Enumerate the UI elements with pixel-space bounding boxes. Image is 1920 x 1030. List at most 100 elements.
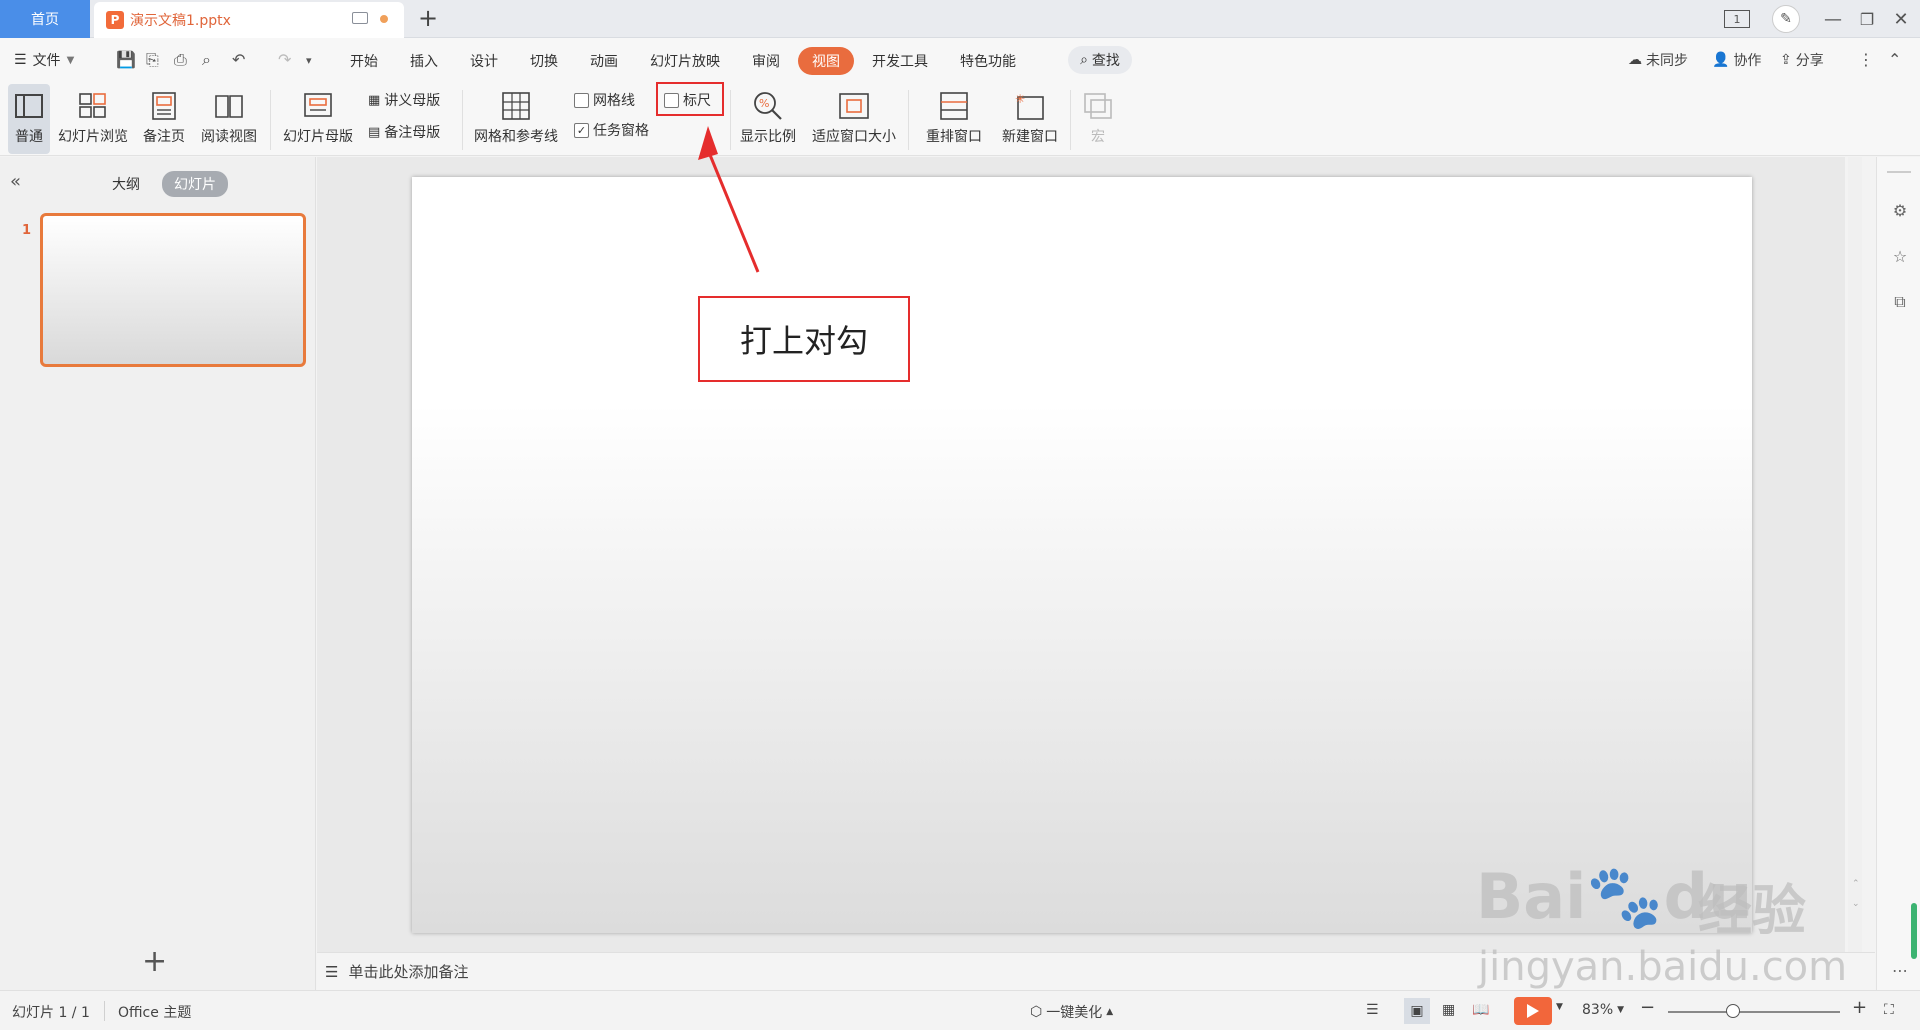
scroll-down-icon[interactable]: ⌄ bbox=[1852, 899, 1860, 909]
notes-master-button[interactable]: ▤ 备注母版 bbox=[368, 122, 440, 142]
play-slideshow-button[interactable] bbox=[1514, 997, 1552, 1025]
more-icon[interactable]: ⋯ bbox=[1889, 959, 1911, 981]
reading-view-label: 阅读视图 bbox=[201, 129, 257, 145]
print-icon[interactable]: ⎙ bbox=[174, 50, 187, 70]
properties-icon[interactable]: ⚙ bbox=[1889, 199, 1911, 221]
close-icon[interactable]: ✕ bbox=[1886, 6, 1916, 32]
zoom-slider-track[interactable] bbox=[1668, 1011, 1840, 1013]
file-menu-button[interactable]: ☰ 文件 ▼ bbox=[14, 50, 74, 70]
normal-view-status-icon[interactable]: ▣ bbox=[1404, 998, 1430, 1024]
sync-label: 未同步 bbox=[1646, 53, 1688, 69]
collaborate-label: 协作 bbox=[1733, 53, 1762, 69]
restore-icon[interactable]: ❐ bbox=[1852, 6, 1882, 32]
zoom-out-button[interactable]: − bbox=[1640, 997, 1655, 1018]
reading-view-button[interactable]: 阅读视图 bbox=[196, 84, 262, 154]
share-button[interactable]: ⇪ 分享 bbox=[1780, 50, 1824, 70]
sync-button[interactable]: ☁ 未同步 bbox=[1628, 50, 1688, 70]
add-slide-button[interactable]: + bbox=[142, 947, 167, 977]
macro-label: 宏 bbox=[1091, 129, 1105, 145]
right-sidebar: ⚙ ☆ ⧉ ⋯ bbox=[1876, 157, 1920, 990]
paw-icon: 🐾 bbox=[1586, 860, 1664, 933]
beautify-button[interactable]: ⬡ 一键美化 ▲ bbox=[1030, 1002, 1113, 1022]
zoom-value: 83% bbox=[1582, 1002, 1614, 1018]
watermark-bai: Bai bbox=[1476, 860, 1587, 933]
customize-toolbar-icon[interactable]: ▾ bbox=[306, 54, 312, 67]
minimize-icon[interactable]: — bbox=[1818, 6, 1848, 32]
fit-window-label: 适应窗口大小 bbox=[812, 129, 896, 145]
notes-placeholder: 单击此处添加备注 bbox=[348, 963, 469, 981]
tab-review[interactable]: 审阅 bbox=[738, 47, 794, 75]
ribbon-divider bbox=[908, 90, 909, 150]
handout-master-icon: ▦ bbox=[368, 92, 381, 108]
theme-name[interactable]: Office 主题 bbox=[118, 1002, 191, 1022]
tab-transitions[interactable]: 切换 bbox=[516, 47, 572, 75]
notes-page-label: 备注页 bbox=[143, 129, 185, 145]
grid-guides-button[interactable]: 网格和参考线 bbox=[470, 84, 562, 154]
tab-animations[interactable]: 动画 bbox=[576, 47, 632, 75]
tab-outline[interactable]: 大纲 bbox=[100, 171, 152, 197]
slide-canvas[interactable] bbox=[412, 177, 1752, 933]
slide-thumbnail[interactable] bbox=[40, 213, 306, 367]
gridlines-label: 网格线 bbox=[593, 93, 635, 109]
task-pane-checkbox[interactable]: ✓ 任务窗格 bbox=[574, 120, 649, 140]
window-count-badge[interactable]: 1 bbox=[1724, 10, 1750, 28]
presentation-icon: P bbox=[106, 11, 124, 29]
tab-design[interactable]: 设计 bbox=[456, 47, 512, 75]
arrange-windows-button[interactable]: 重排窗口 bbox=[916, 84, 992, 154]
monitor-icon[interactable] bbox=[352, 12, 368, 24]
format-painter-icon[interactable]: ⎘ bbox=[146, 50, 159, 70]
macro-icon bbox=[1082, 90, 1114, 122]
slide-sorter-button[interactable]: 幻灯片浏览 bbox=[54, 84, 132, 154]
new-window-icon: ✳ bbox=[1014, 90, 1046, 122]
tab-slides[interactable]: 幻灯片 bbox=[162, 171, 228, 197]
notes-toggle-icon[interactable]: ☰ bbox=[1366, 1002, 1379, 1018]
fit-window-button[interactable]: 适应窗口大小 bbox=[806, 84, 902, 154]
new-tab-button[interactable]: + bbox=[418, 4, 438, 32]
collapse-panel-icon[interactable]: « bbox=[10, 171, 21, 192]
undo-icon[interactable]: ↶ bbox=[232, 50, 245, 69]
save-icon[interactable]: 💾 bbox=[116, 50, 136, 69]
normal-view-button[interactable]: 普通 bbox=[8, 84, 50, 154]
fit-slide-icon[interactable]: ⛶ bbox=[1884, 1002, 1894, 1018]
notes-page-button[interactable]: 备注页 bbox=[138, 84, 190, 154]
print-preview-icon[interactable]: ⌕ bbox=[202, 50, 211, 70]
tab-insert[interactable]: 插入 bbox=[396, 47, 452, 75]
normal-view-icon bbox=[13, 90, 45, 122]
task-pane-label: 任务窗格 bbox=[593, 123, 649, 139]
progress-indicator bbox=[1911, 903, 1917, 959]
animation-star-icon[interactable]: ☆ bbox=[1889, 245, 1911, 267]
gridlines-checkbox[interactable]: 网格线 bbox=[574, 90, 635, 110]
slide-sorter-status-icon[interactable]: ▦ bbox=[1442, 1002, 1455, 1018]
search-button[interactable]: ⌕ 查找 bbox=[1068, 46, 1132, 74]
redo-icon[interactable]: ↷ bbox=[278, 50, 291, 69]
task-pane-checkbox-box: ✓ bbox=[574, 122, 589, 138]
macro-button[interactable]: 宏 bbox=[1076, 84, 1120, 154]
tab-slideshow[interactable]: 幻灯片放映 bbox=[636, 47, 734, 75]
cube-icon: ⬡ bbox=[1030, 1004, 1043, 1020]
play-options-chevron-icon[interactable]: ▼ bbox=[1556, 1002, 1563, 1012]
vertical-scrollbar[interactable]: ⌃ ⌄ bbox=[1848, 157, 1862, 952]
zoom-chevron-icon: ▼ bbox=[1617, 1005, 1625, 1015]
tab-home[interactable]: 首页 bbox=[0, 0, 90, 38]
zoom-in-button[interactable]: + bbox=[1852, 997, 1867, 1018]
transition-icon[interactable]: ⧉ bbox=[1889, 291, 1911, 313]
collaborate-button[interactable]: 👤 协作 bbox=[1712, 50, 1761, 70]
more-vertical-icon[interactable]: ⋮ bbox=[1858, 50, 1874, 69]
ribbon-divider bbox=[1070, 90, 1071, 150]
zoom-slider-handle[interactable] bbox=[1726, 1004, 1740, 1018]
new-window-button[interactable]: ✳ 新建窗口 bbox=[996, 84, 1064, 154]
tab-developer[interactable]: 开发工具 bbox=[858, 47, 942, 75]
search-label: 查找 bbox=[1091, 53, 1120, 69]
tab-start[interactable]: 开始 bbox=[336, 47, 392, 75]
handout-master-button[interactable]: ▦ 讲义母版 bbox=[368, 90, 440, 110]
scroll-up-icon[interactable]: ⌃ bbox=[1852, 879, 1860, 889]
reading-view-status-icon[interactable]: 📖 bbox=[1472, 1002, 1489, 1018]
collapse-ribbon-icon[interactable]: ⌃ bbox=[1888, 50, 1901, 69]
handout-master-label: 讲义母版 bbox=[384, 93, 441, 109]
tab-features[interactable]: 特色功能 bbox=[946, 47, 1030, 75]
avatar[interactable]: ✎ bbox=[1772, 5, 1800, 33]
tab-view[interactable]: 视图 bbox=[798, 47, 854, 75]
zoom-level[interactable]: 83% ▼ bbox=[1582, 1002, 1624, 1018]
slide-master-button[interactable]: 幻灯片母版 bbox=[278, 84, 358, 154]
new-window-label: 新建窗口 bbox=[1002, 129, 1058, 145]
